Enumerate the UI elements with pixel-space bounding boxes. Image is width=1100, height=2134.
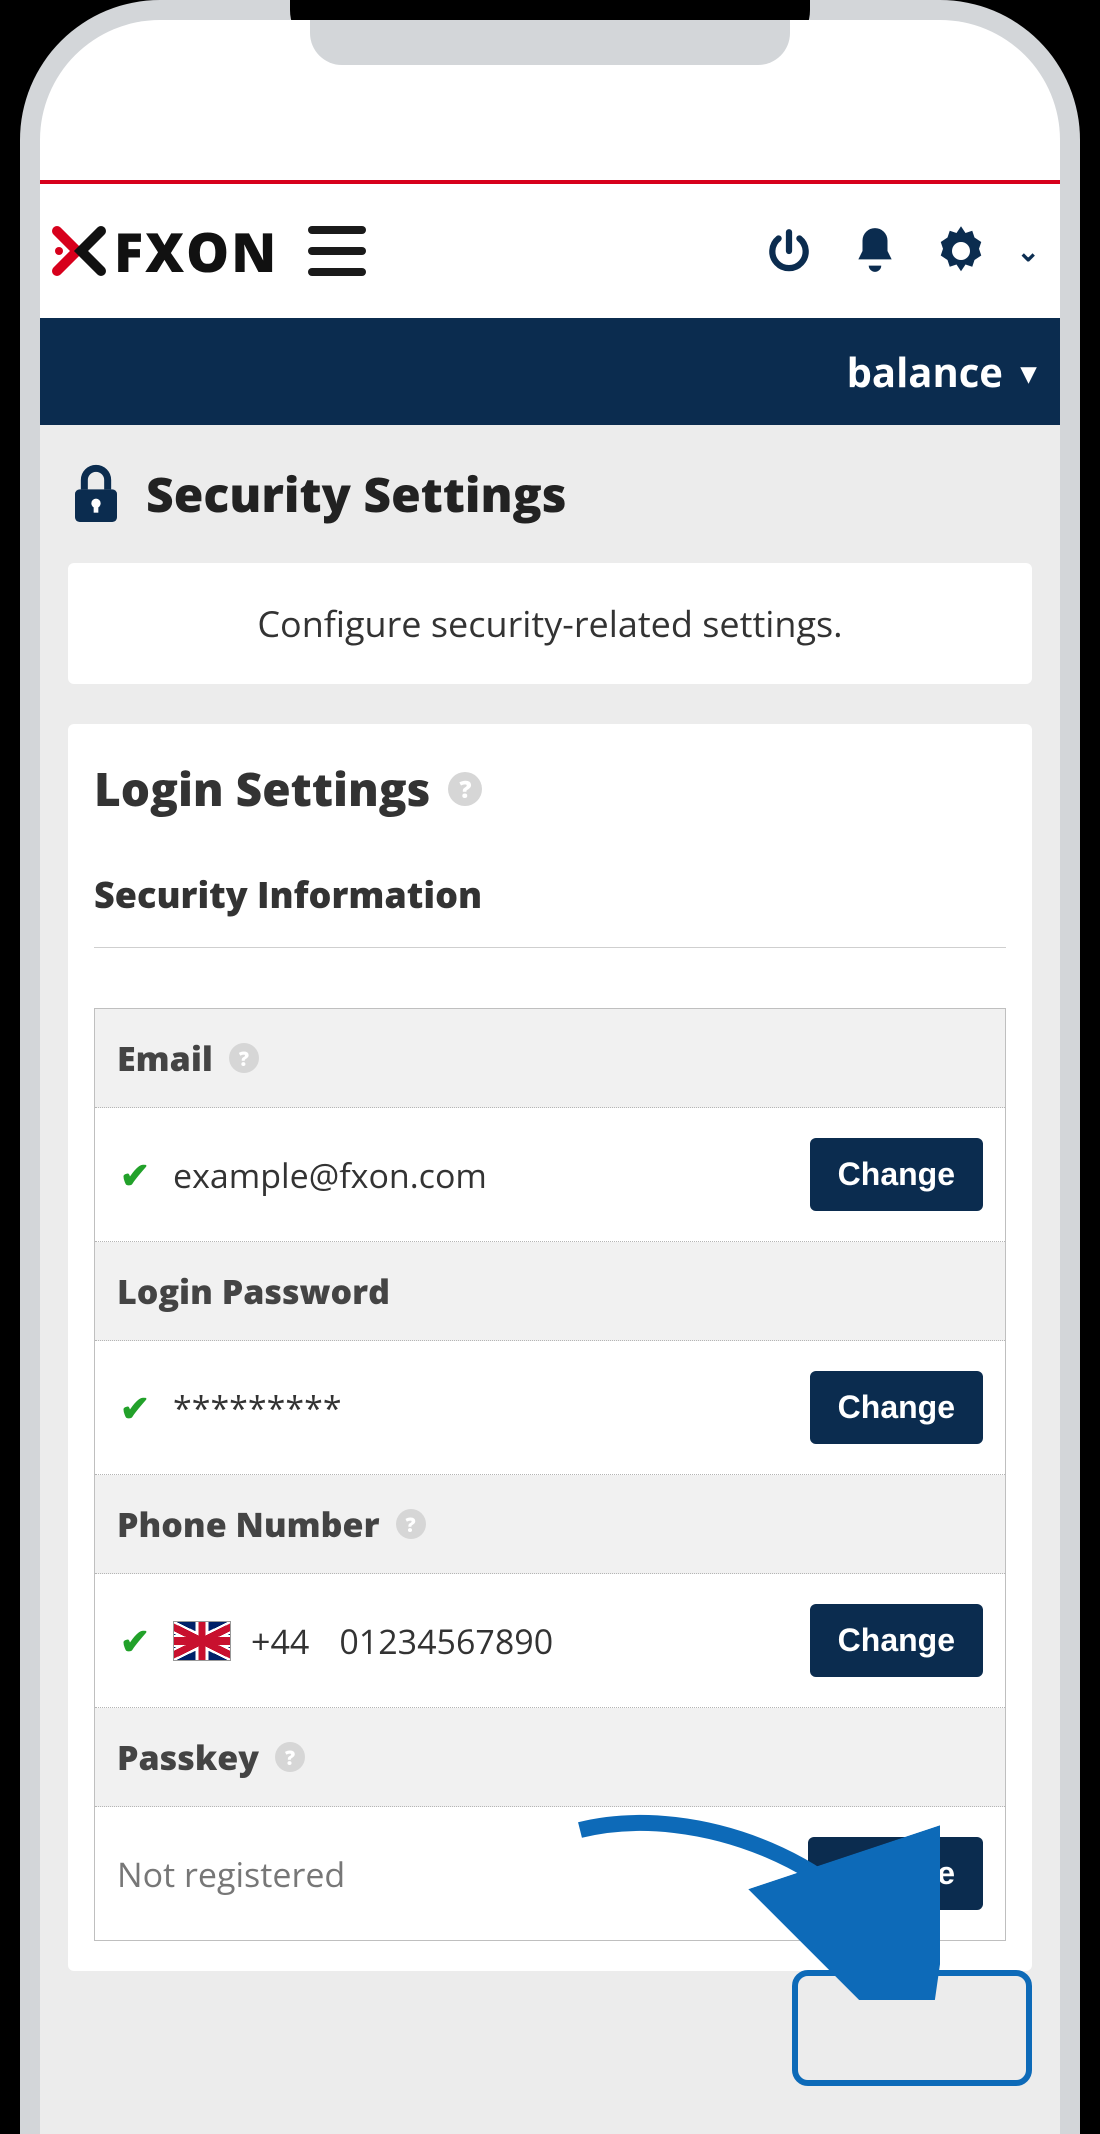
app-root: FXON bbox=[40, 180, 1060, 2134]
row-body-passkey: Not registered Manage bbox=[95, 1807, 1005, 1940]
check-icon: ✔ bbox=[117, 1383, 153, 1432]
change-phone-button[interactable]: Change bbox=[810, 1604, 983, 1677]
page-body: Security Settings Configure security-rel… bbox=[40, 425, 1060, 2134]
panel-title: Login Settings bbox=[94, 758, 430, 820]
chevron-down-icon[interactable]: ⌄ bbox=[1017, 232, 1040, 270]
manage-passkey-button[interactable]: Manage bbox=[808, 1837, 983, 1910]
row-body-password: ✔ ********* Change bbox=[95, 1341, 1005, 1475]
menu-icon[interactable] bbox=[308, 226, 366, 276]
page-description: Configure security-related settings. bbox=[68, 563, 1032, 684]
row-header-password: Login Password bbox=[95, 1242, 1005, 1341]
row-body-phone: ✔ +44 01234567890 Change bbox=[95, 1574, 1005, 1708]
phone-number: 01234567890 bbox=[339, 1618, 553, 1664]
phone-label: Phone Number bbox=[117, 1501, 380, 1547]
gear-icon[interactable] bbox=[931, 221, 991, 281]
power-icon[interactable] bbox=[759, 221, 819, 281]
check-icon: ✔ bbox=[117, 1616, 153, 1665]
row-header-email: Email ? bbox=[95, 1009, 1005, 1108]
passkey-value: Not registered bbox=[117, 1851, 788, 1897]
phone-notch-inner bbox=[310, 20, 790, 65]
login-settings-panel: Login Settings ? Security Information Em… bbox=[68, 724, 1032, 1971]
password-label: Login Password bbox=[117, 1268, 390, 1314]
bell-icon[interactable] bbox=[845, 221, 905, 281]
help-icon[interactable]: ? bbox=[396, 1509, 426, 1539]
change-email-button[interactable]: Change bbox=[810, 1138, 983, 1211]
passkey-label: Passkey bbox=[117, 1734, 259, 1780]
security-info-table: Email ? ✔ example@fxon.com Change Login … bbox=[94, 1008, 1006, 1941]
phone-frame: FXON bbox=[20, 0, 1080, 2134]
flag-gb-icon bbox=[173, 1621, 231, 1661]
help-icon[interactable]: ? bbox=[448, 772, 482, 806]
topbar-icons: ⌄ bbox=[759, 221, 1040, 281]
row-header-phone: Phone Number ? bbox=[95, 1475, 1005, 1574]
page-title: Security Settings bbox=[146, 462, 567, 527]
check-icon: ✔ bbox=[117, 1150, 153, 1199]
brand-logo-text: FXON bbox=[114, 214, 278, 288]
phone-dialcode: +44 bbox=[251, 1618, 309, 1664]
chevron-down-icon: ▾ bbox=[1021, 351, 1036, 392]
change-password-button[interactable]: Change bbox=[810, 1371, 983, 1444]
balance-dropdown[interactable]: balance ▾ bbox=[40, 318, 1060, 425]
brand-logo[interactable]: FXON bbox=[50, 214, 278, 288]
lock-icon bbox=[68, 461, 124, 527]
email-value: example@fxon.com bbox=[173, 1152, 790, 1198]
page-title-row: Security Settings bbox=[40, 425, 1060, 563]
help-icon[interactable]: ? bbox=[229, 1043, 259, 1073]
balance-label: balance bbox=[847, 344, 1003, 399]
topbar: FXON bbox=[40, 184, 1060, 318]
brand-logo-mark bbox=[50, 222, 108, 280]
email-label: Email bbox=[117, 1035, 213, 1081]
row-header-passkey: Passkey ? bbox=[95, 1708, 1005, 1807]
row-body-email: ✔ example@fxon.com Change bbox=[95, 1108, 1005, 1242]
phone-screen: FXON bbox=[40, 20, 1060, 2134]
section-subheading: Security Information bbox=[94, 870, 1006, 948]
password-value: ********* bbox=[173, 1385, 790, 1431]
help-icon[interactable]: ? bbox=[275, 1742, 305, 1772]
